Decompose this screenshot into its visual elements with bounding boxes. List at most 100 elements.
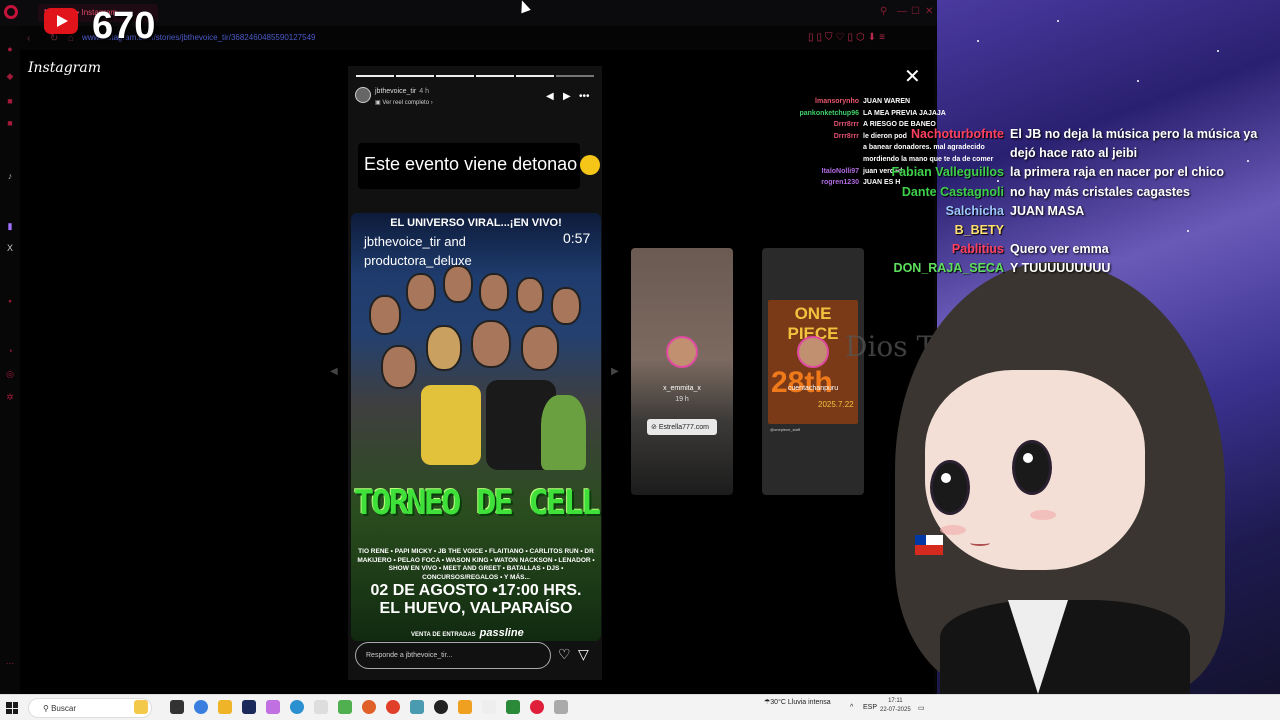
- app-icon[interactable]: [338, 700, 352, 714]
- prev-story-arrow[interactable]: ◀: [330, 366, 338, 377]
- sidebar-downloads-icon[interactable]: ◎: [5, 369, 15, 379]
- chevron-right-icon: ›: [429, 100, 433, 106]
- chat-message: B_BETY: [954, 223, 1004, 238]
- app-icon[interactable]: [458, 700, 472, 714]
- poster-photo: [361, 265, 591, 475]
- sidebar-tiktok-icon[interactable]: ♪: [5, 171, 15, 181]
- app-icon[interactable]: [290, 700, 304, 714]
- viewer-count: 670: [92, 5, 156, 47]
- poster-title: TORNEO DE CELL: [353, 483, 601, 523]
- maximize-icon[interactable]: ☐: [911, 6, 920, 17]
- next-story-arrow[interactable]: ▶: [611, 366, 619, 377]
- preview-credit: @onepiece_staff: [770, 427, 801, 432]
- more-options-icon[interactable]: •••: [579, 91, 590, 102]
- windows-taskbar: ⚲ Buscar ☂ 30°C Lluvia intensa ^ ESP 17:…: [0, 694, 1280, 720]
- browser-toolbar-icons[interactable]: ▯▯⛉♡▯⬡⬇≡: [808, 32, 888, 43]
- file-explorer-icon[interactable]: [218, 700, 232, 714]
- chat-message: Salchicha JUAN MASA: [945, 203, 1085, 218]
- app-icon[interactable]: [242, 700, 256, 714]
- chile-flag-icon: [915, 535, 943, 555]
- app-icon[interactable]: [482, 700, 496, 714]
- link-icon: ⊘: [651, 424, 659, 431]
- sidebar-whatsapp-icon[interactable]: ■: [5, 118, 15, 128]
- language-indicator[interactable]: ESP: [863, 704, 877, 711]
- sidebar-x-icon[interactable]: X: [5, 243, 15, 253]
- firefox-icon[interactable]: [362, 700, 376, 714]
- preview-artwork-date: 2025.7.22: [818, 400, 854, 409]
- chat-message: lmansorynho JUAN WAREN: [815, 98, 911, 105]
- sidebar-aria-icon[interactable]: ◆: [5, 71, 15, 81]
- like-heart-icon[interactable]: ♡: [558, 646, 571, 663]
- copilot-icon[interactable]: [134, 700, 148, 714]
- taskbar-clock[interactable]: 17:11 22-07-2025: [880, 697, 911, 715]
- play-icon[interactable]: ▶: [563, 91, 571, 102]
- youtube-icon: [44, 8, 78, 34]
- vtuber-left-eye: [930, 460, 970, 515]
- windows-start-icon[interactable]: [6, 702, 18, 714]
- task-view-icon[interactable]: [170, 700, 184, 714]
- back-icon[interactable]: ‹: [27, 33, 30, 44]
- chat-message: DON_RAJA_SECA Y TUUUUUUUUU: [893, 261, 1111, 276]
- sidebar-settings-icon[interactable]: ✲: [5, 392, 15, 402]
- mute-icon[interactable]: ◀︎: [546, 91, 554, 102]
- app-icon[interactable]: [554, 700, 568, 714]
- reel-poster[interactable]: EL UNIVERSO VIRAL...¡EN VIVO! jbthevoice…: [351, 213, 601, 641]
- sidebar-history-icon[interactable]: ◔: [5, 346, 15, 356]
- vtuber-blush: [1030, 510, 1056, 520]
- minimize-icon[interactable]: —: [897, 6, 907, 17]
- vtuber-mouth: [970, 540, 990, 546]
- story-reply-input[interactable]: Responde a jbthevoice_tir...: [355, 642, 551, 669]
- opera-logo-icon[interactable]: [4, 5, 18, 19]
- app-icon[interactable]: [506, 700, 520, 714]
- opera-gx-icon[interactable]: [530, 700, 544, 714]
- reload-icon[interactable]: ↻: [50, 33, 58, 44]
- chat-message: Fabian Valleguillos la primera raja en na…: [891, 165, 1224, 180]
- sidebar-home-icon[interactable]: ●: [5, 44, 15, 54]
- poster-date: 02 DE AGOSTO •17:00 HRS.: [370, 582, 582, 599]
- video-timer: 0:57: [563, 230, 591, 246]
- vtuber-suit: [940, 600, 1190, 694]
- sidebar-twitch-icon[interactable]: ▮: [5, 221, 15, 231]
- search-icon: ⚲: [43, 704, 52, 713]
- weather-widget[interactable]: ☂ 30°C Lluvia intensa: [764, 698, 831, 706]
- app-icon[interactable]: [314, 700, 328, 714]
- lock-icon: ⌂: [68, 33, 75, 44]
- preview-link-sticker: ⊘ Estrella777.com: [647, 419, 717, 435]
- story-progress: [356, 75, 594, 77]
- preview-username: x_emmita_x: [663, 385, 701, 392]
- instagram-logo[interactable]: Instagram: [28, 60, 101, 76]
- chat-message: Nachoturbofnte El JB no deja la música pe…: [910, 127, 1258, 161]
- chat-message: pankonketchup96 LA MEA PREVIA JAJAJA: [799, 109, 946, 117]
- next-story-preview[interactable]: x_emmita_x 19 h ⊘ Estrella777.com: [631, 248, 733, 495]
- chat-message: Pablitius Quero ver emma: [951, 242, 1109, 257]
- chat-message: Dante Castagnoli no hay más cristales cag…: [901, 184, 1190, 199]
- sidebar-music-icon[interactable]: ▪: [5, 296, 15, 306]
- search-tabs-icon[interactable]: ⚲: [880, 6, 887, 17]
- browser-sidebar: ● ◆ ■ ■ ♪ ▮ X ▪ ◔ ◎ ✲ …: [0, 26, 20, 694]
- story-time: 4 h: [419, 88, 429, 95]
- sidebar-messenger-icon[interactable]: ■: [5, 96, 15, 106]
- story-caption: Este evento viene detonao: [358, 143, 601, 189]
- poster-tickets: VENTA DE ENTRADAS passline: [411, 627, 524, 639]
- preview-avatar: [797, 336, 829, 368]
- poster-place: EL HUEVO, VALPARAÍSO: [379, 600, 573, 617]
- chrome-icon[interactable]: [386, 700, 400, 714]
- send-icon[interactable]: ▽: [578, 646, 589, 663]
- chevron-up-icon[interactable]: ^: [850, 704, 853, 711]
- preview-time: 19 h: [675, 396, 689, 403]
- sidebar-more-icon[interactable]: …: [5, 656, 15, 666]
- preview-artwork-number: 28th: [771, 366, 833, 399]
- app-icon[interactable]: [266, 700, 280, 714]
- story-reel-link[interactable]: ▣ Ver reel completo ›: [375, 99, 433, 106]
- next-story-preview-2[interactable]: ONE PIECE 28th 2025.7.22 cuentachanpuru …: [762, 248, 864, 495]
- app-icon[interactable]: [410, 700, 424, 714]
- edge-icon[interactable]: [194, 700, 208, 714]
- story-username[interactable]: jbthevoice_tir 4 h: [375, 88, 429, 95]
- vtuber-right-eye: [1012, 440, 1052, 495]
- story-avatar[interactable]: [355, 87, 371, 103]
- vtuber-blush: [940, 525, 966, 535]
- obs-icon[interactable]: [434, 700, 448, 714]
- notification-icon[interactable]: ▭: [918, 704, 925, 712]
- close-story-icon[interactable]: ✕: [904, 64, 921, 89]
- close-window-icon[interactable]: ✕: [925, 6, 933, 17]
